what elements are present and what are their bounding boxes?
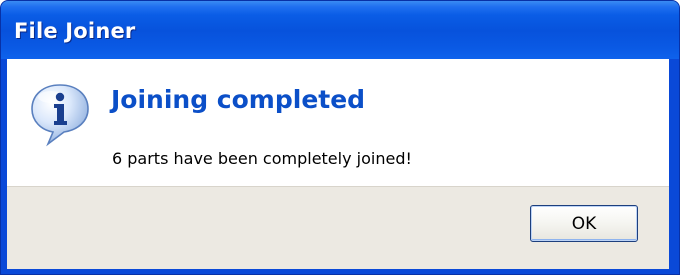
title-bar[interactable]: File Joiner bbox=[1, 1, 679, 59]
headline: Joining completed bbox=[111, 85, 366, 114]
window-title: File Joiner bbox=[14, 19, 136, 43]
button-bar: OK bbox=[7, 186, 669, 269]
ok-button[interactable]: OK bbox=[530, 205, 638, 242]
message-text: 6 parts have been completely joined! bbox=[112, 149, 412, 168]
dialog-window: File Joiner Joining completed 6 parts ha… bbox=[0, 0, 680, 275]
dialog-content: Joining completed 6 parts have been comp… bbox=[7, 59, 669, 186]
info-icon bbox=[31, 84, 89, 147]
